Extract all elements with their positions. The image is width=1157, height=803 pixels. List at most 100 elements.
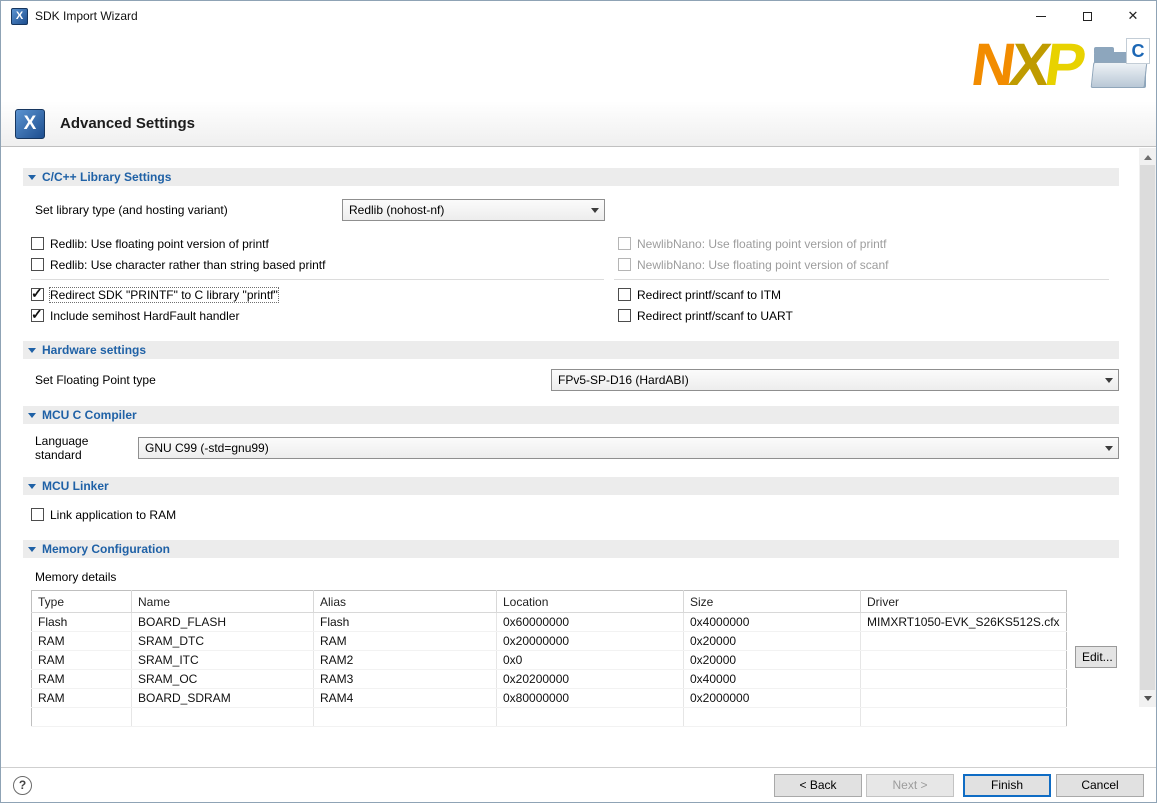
checkbox-redirect-itm[interactable]: Redirect printf/scanf to ITM (614, 284, 1119, 305)
language-standard-select[interactable]: GNU C99 (-std=gnu99) (138, 437, 1119, 459)
memory-row-sram-oc[interactable]: RAM SRAM_OC RAM3 0x20200000 0x40000 (32, 670, 1067, 689)
section-header-hardware-settings[interactable]: Hardware settings (23, 341, 1119, 359)
next-button[interactable]: Next > (866, 774, 954, 797)
library-type-select[interactable]: Redlib (nohost-nf) (342, 199, 605, 221)
checkbox-icon (618, 237, 631, 250)
cell-alias (314, 708, 497, 727)
back-button[interactable]: < Back (774, 774, 862, 797)
column-header-location: Location (497, 591, 684, 613)
separator-line (614, 279, 1109, 280)
cell-alias: RAM4 (314, 689, 497, 708)
cell-name (132, 708, 314, 727)
section-title: Memory Configuration (42, 542, 170, 556)
section-header-mcu-linker[interactable]: MCU Linker (23, 477, 1119, 495)
cell-location: 0x20200000 (497, 670, 684, 689)
selected-value: GNU C99 (-std=gnu99) (145, 441, 269, 455)
column-header-type: Type (32, 591, 132, 613)
cell-alias: RAM3 (314, 670, 497, 689)
checkbox-icon (618, 309, 631, 322)
checkbox-redirect-sdk-printf[interactable]: Redirect SDK "PRINTF" to C library "prin… (31, 284, 614, 305)
language-standard-label: Language standard (35, 434, 138, 462)
memory-row-board-flash[interactable]: Flash BOARD_FLASH Flash 0x60000000 0x400… (32, 613, 1067, 632)
scroll-up-button[interactable] (1139, 148, 1156, 165)
cell-size: 0x2000000 (684, 689, 861, 708)
checkbox-redlib-char-printf[interactable]: Redlib: Use character rather than string… (31, 254, 614, 275)
memory-row-board-sdram[interactable]: RAM BOARD_SDRAM RAM4 0x80000000 0x200000… (32, 689, 1067, 708)
settings-content: C/C++ Library Settings Set library type … (1, 148, 1139, 767)
memory-row-sram-dtc[interactable]: RAM SRAM_DTC RAM 0x20000000 0x20000 (32, 632, 1067, 651)
section-header-library-settings[interactable]: C/C++ Library Settings (23, 168, 1119, 186)
cell-name: SRAM_OC (132, 670, 314, 689)
floating-point-select[interactable]: FPv5-SP-D16 (HardABI) (551, 369, 1119, 391)
cell-size: 0x20000 (684, 651, 861, 670)
maximize-button[interactable] (1064, 1, 1110, 31)
memory-details-label: Memory details (23, 570, 1119, 584)
vertical-scrollbar[interactable] (1139, 148, 1156, 707)
cell-driver (861, 632, 1067, 651)
mcuxpresso-x-icon: X (15, 109, 45, 139)
cancel-button[interactable]: Cancel (1056, 774, 1144, 797)
banner-icon-letter: X (24, 113, 37, 135)
column-header-alias: Alias (314, 591, 497, 613)
checkbox-newlibnano-float-printf[interactable]: NewlibNano: Use floating point version o… (614, 233, 1119, 254)
checkbox-icon (31, 288, 44, 301)
cell-alias: RAM (314, 632, 497, 651)
scroll-down-button[interactable] (1139, 690, 1156, 707)
checkbox-label: Redlib: Use floating point version of pr… (50, 237, 269, 251)
cell-name: BOARD_FLASH (132, 613, 314, 632)
cell-driver (861, 689, 1067, 708)
edit-button[interactable]: Edit... (1075, 646, 1117, 668)
collapse-icon (28, 348, 36, 353)
cell-driver (861, 670, 1067, 689)
close-button[interactable]: ✕ (1110, 1, 1156, 31)
finish-button[interactable]: Finish (963, 774, 1051, 797)
cell-type: RAM (32, 651, 132, 670)
checkbox-label: Redirect printf/scanf to ITM (637, 288, 781, 302)
checkbox-icon (31, 237, 44, 250)
section-title: MCU C Compiler (42, 408, 137, 422)
cell-location (497, 708, 684, 727)
help-button[interactable]: ? (13, 776, 32, 795)
maximize-icon (1083, 12, 1092, 21)
column-header-driver: Driver (861, 591, 1067, 613)
cell-size: 0x40000 (684, 670, 861, 689)
cell-location: 0x0 (497, 651, 684, 670)
checkbox-link-application-to-ram[interactable]: Link application to RAM (23, 504, 1119, 525)
folder-front-shape (1091, 62, 1148, 88)
brand-area: NXP C (972, 31, 1150, 99)
cell-type: Flash (32, 613, 132, 632)
titlebar: X SDK Import Wizard ✕ (1, 1, 1156, 31)
checkbox-newlibnano-float-scanf[interactable]: NewlibNano: Use floating point version o… (614, 254, 1119, 275)
section-header-memory-configuration[interactable]: Memory Configuration (23, 540, 1119, 558)
memory-row-sram-itc[interactable]: RAM SRAM_ITC RAM2 0x0 0x20000 (32, 651, 1067, 670)
floating-point-label: Set Floating Point type (35, 373, 551, 387)
question-mark-icon: ? (19, 778, 26, 792)
cell-name: SRAM_DTC (132, 632, 314, 651)
minimize-button[interactable] (1018, 1, 1064, 31)
cell-alias: RAM2 (314, 651, 497, 670)
mcuxpresso-app-icon: X (11, 8, 28, 25)
checkbox-label: Redlib: Use character rather than string… (50, 258, 325, 272)
scrollbar-thumb[interactable] (1140, 165, 1155, 690)
window-controls: ✕ (1018, 1, 1156, 31)
memory-row-empty[interactable] (32, 708, 1067, 727)
chevron-down-icon (586, 201, 603, 219)
checkbox-redlib-float-printf[interactable]: Redlib: Use floating point version of pr… (31, 233, 614, 254)
cell-size: 0x20000 (684, 632, 861, 651)
checkbox-label: Redirect SDK "PRINTF" to C library "prin… (50, 288, 278, 302)
wizard-header: X Advanced Settings (1, 101, 1156, 147)
chevron-up-icon (1144, 151, 1152, 160)
checkbox-icon (618, 258, 631, 271)
checkbox-icon (31, 258, 44, 271)
section-title: MCU Linker (42, 479, 109, 493)
checkbox-redirect-uart[interactable]: Redirect printf/scanf to UART (614, 305, 1119, 326)
memory-table-header-row: Type Name Alias Location Size Driver (32, 591, 1067, 613)
collapse-icon (28, 175, 36, 180)
section-header-mcu-c-compiler[interactable]: MCU C Compiler (23, 406, 1119, 424)
close-icon: ✕ (1128, 8, 1139, 24)
cell-driver (861, 651, 1067, 670)
collapse-icon (28, 413, 36, 418)
checkbox-semihost-hardfault[interactable]: Include semihost HardFault handler (31, 305, 614, 326)
folder-letter: C (1126, 38, 1150, 64)
cell-location: 0x80000000 (497, 689, 684, 708)
